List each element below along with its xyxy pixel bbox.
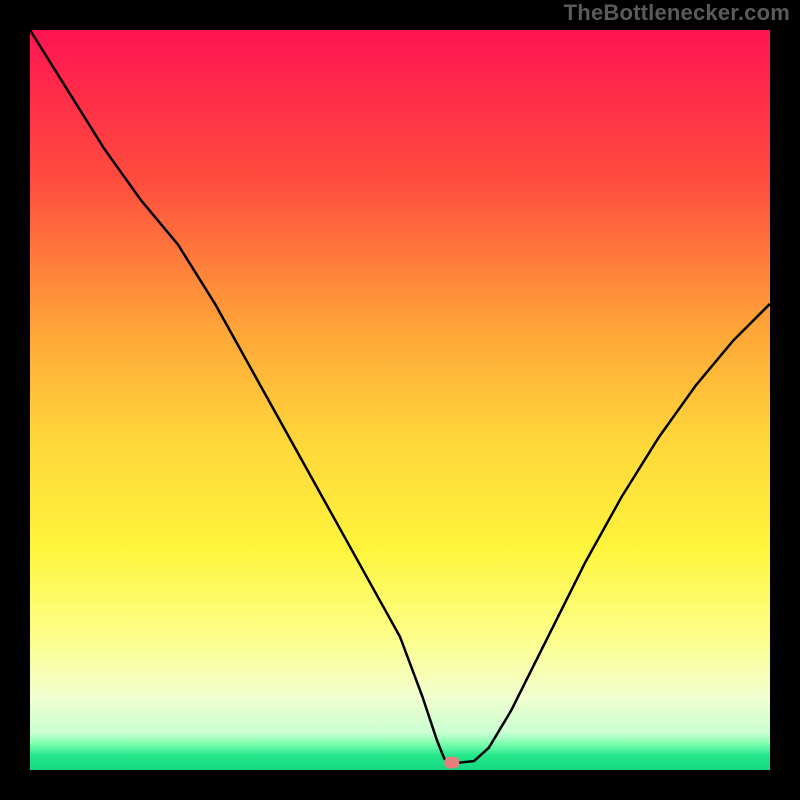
chart-background: [30, 30, 770, 770]
watermark-text: TheBottleneсker.com: [564, 0, 790, 26]
bottleneck-chart: [30, 30, 770, 770]
optimal-marker: [444, 757, 459, 769]
